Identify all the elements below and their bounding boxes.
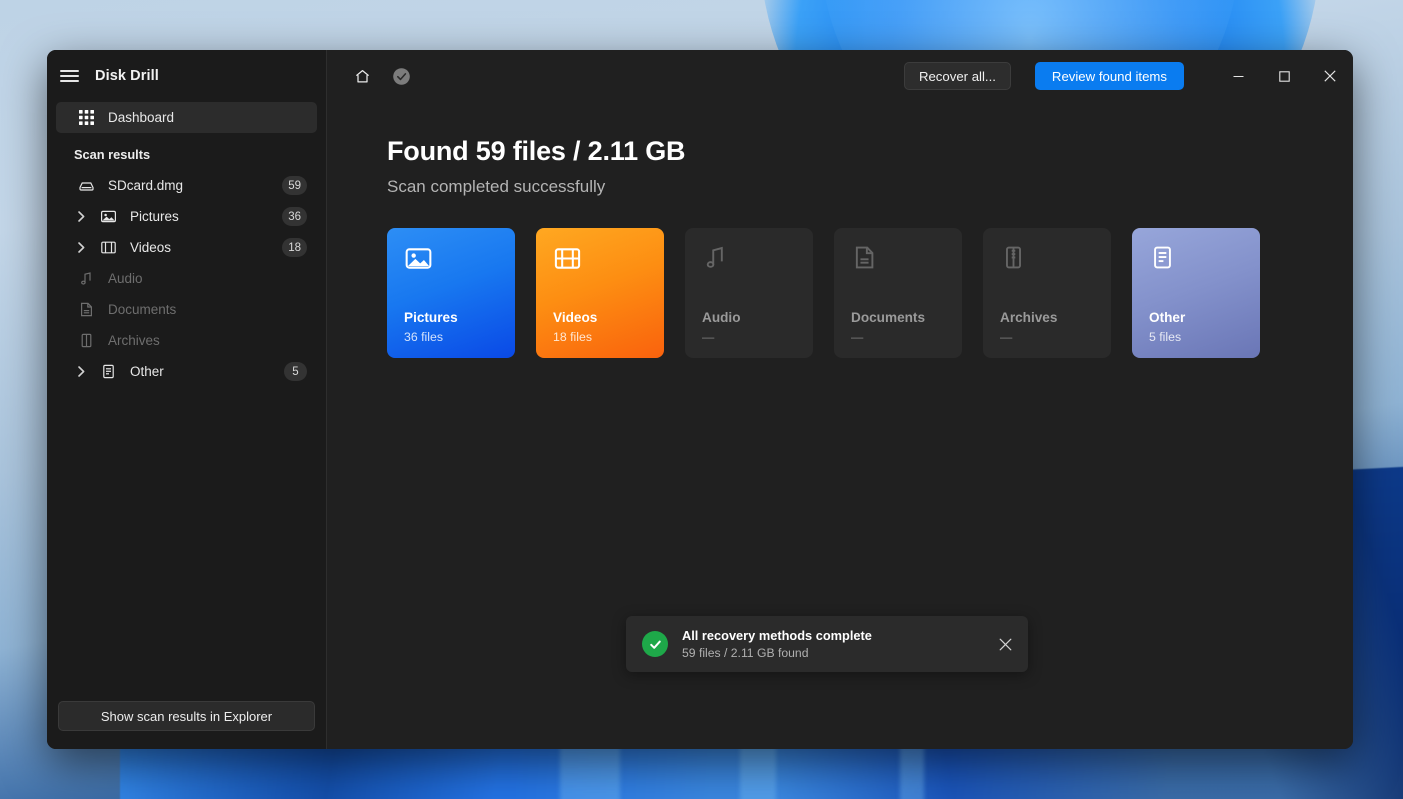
minimize-icon[interactable]	[1215, 50, 1261, 102]
image-icon	[404, 244, 515, 282]
hamburger-icon[interactable]	[60, 69, 79, 83]
sidebar-item-label: Videos	[130, 240, 172, 255]
sidebar-nav: Dashboard Scan results SDcard.dmg 59 Pic…	[47, 102, 326, 387]
chevron-right-icon[interactable]	[76, 211, 86, 222]
tile-count: —	[851, 330, 864, 344]
document-icon	[78, 301, 95, 318]
sidebar-item-audio: Audio	[56, 263, 317, 294]
sidebar-item-sdcard[interactable]: SDcard.dmg 59	[56, 170, 317, 201]
page-title: Found 59 files / 2.11 GB	[387, 136, 686, 166]
grid-icon	[78, 109, 95, 126]
page-subtitle: Scan completed successfully	[387, 177, 606, 196]
tile-count: 18 files	[553, 330, 592, 344]
category-tile-archives: Archives —	[983, 228, 1111, 358]
review-found-items-button[interactable]: Review found items	[1034, 62, 1184, 90]
film-icon	[100, 239, 117, 256]
tile-label: Pictures	[404, 310, 458, 325]
tile-label: Videos	[553, 310, 598, 325]
tile-count: —	[1000, 330, 1013, 344]
tile-label: Audio	[702, 310, 741, 325]
tile-count: 36 files	[404, 330, 443, 344]
toast-subtitle: 59 files / 2.11 GB found	[682, 646, 809, 660]
sidebar: Disk Drill Dashboard Scan results SDcard…	[47, 50, 327, 749]
sidebar-item-badge: 59	[282, 176, 307, 195]
show-scan-results-in-explorer-button[interactable]: Show scan results in Explorer	[58, 701, 315, 731]
main-pane: Recover all... Review found items Found …	[327, 50, 1353, 749]
image-icon	[100, 208, 117, 225]
close-icon[interactable]	[1307, 50, 1353, 102]
check-icon	[642, 631, 668, 657]
category-tile-other[interactable]: Other 5 files	[1132, 228, 1260, 358]
chevron-right-icon[interactable]	[76, 366, 86, 377]
sidebar-item-documents: Documents	[56, 294, 317, 325]
category-tile-documents: Documents —	[834, 228, 962, 358]
notes-icon	[1149, 244, 1260, 282]
sidebar-item-dashboard[interactable]: Dashboard	[56, 102, 317, 133]
sidebar-item-pictures[interactable]: Pictures 36	[56, 201, 317, 232]
category-tiles: Pictures 36 files Videos 18 files Audio …	[387, 228, 1353, 358]
document-icon	[851, 244, 962, 282]
sidebar-item-label: Pictures	[130, 209, 179, 224]
sidebar-item-label: Archives	[108, 333, 160, 348]
chevron-right-icon[interactable]	[76, 242, 86, 253]
desktop: Disk Drill Dashboard Scan results SDcard…	[0, 0, 1403, 799]
tile-count: 5 files	[1149, 330, 1182, 344]
disk-icon	[78, 177, 95, 194]
category-tile-audio: Audio —	[685, 228, 813, 358]
sidebar-header: Disk Drill	[47, 50, 326, 102]
recover-all-button[interactable]: Recover all...	[903, 62, 1011, 90]
sidebar-item-label: SDcard.dmg	[108, 178, 184, 193]
sidebar-item-badge: 5	[284, 362, 307, 381]
titlebar: Recover all... Review found items	[327, 50, 1353, 102]
sidebar-item-badge: 36	[282, 207, 307, 226]
tile-label: Archives	[1000, 310, 1058, 325]
tile-label: Other	[1149, 310, 1186, 325]
category-tile-videos[interactable]: Videos 18 files	[536, 228, 664, 358]
sidebar-item-label: Documents	[108, 302, 177, 317]
disk-drill-window: Disk Drill Dashboard Scan results SDcard…	[47, 50, 1353, 749]
notes-icon	[100, 363, 117, 380]
music-note-icon	[702, 244, 813, 282]
check-circle-icon[interactable]	[390, 65, 412, 87]
sidebar-item-label: Audio	[108, 271, 143, 286]
sidebar-item-badge: 18	[282, 238, 307, 257]
toast-notification: All recovery methods complete 59 files /…	[626, 616, 1028, 672]
app-title: Disk Drill	[95, 68, 159, 84]
window-controls	[1215, 50, 1353, 102]
category-tile-pictures[interactable]: Pictures 36 files	[387, 228, 515, 358]
film-icon	[553, 244, 664, 282]
tile-label: Documents	[851, 310, 926, 325]
toast-text: All recovery methods complete 59 files /…	[682, 628, 990, 660]
sidebar-item-label: Other	[130, 364, 164, 379]
sidebar-item-archives: Archives	[56, 325, 317, 356]
archive-icon	[78, 332, 95, 349]
toast-title: All recovery methods complete	[682, 628, 872, 643]
archive-icon	[1000, 244, 1111, 282]
sidebar-item-other[interactable]: Other 5	[56, 356, 317, 387]
tile-count: —	[702, 330, 715, 344]
sidebar-footer: Show scan results in Explorer	[47, 701, 326, 749]
close-icon[interactable]	[990, 629, 1020, 659]
dashboard-content: Found 59 files / 2.11 GB Scan completed …	[327, 102, 1353, 358]
sidebar-item-label: Dashboard	[108, 110, 175, 125]
sidebar-item-videos[interactable]: Videos 18	[56, 232, 317, 263]
maximize-icon[interactable]	[1261, 50, 1307, 102]
sidebar-section-label: Scan results	[74, 147, 151, 162]
home-icon[interactable]	[351, 65, 373, 87]
music-note-icon	[78, 270, 95, 287]
